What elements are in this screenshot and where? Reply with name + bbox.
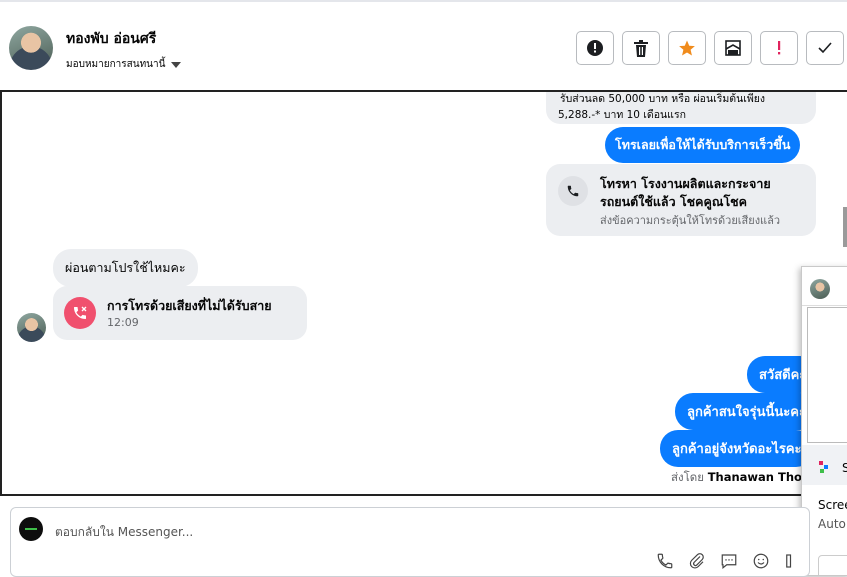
promo-message: รับส่วนลด 50,000 บาท หรือ ผ่อนเริ่มต้นเพ… [546,92,816,124]
missed-call-icon [64,297,96,329]
call-request-card[interactable]: โทรหา โรงงานผลิตและกระจาย รถยนต์ใช้แล้ว … [546,164,816,236]
overlay-button[interactable] [818,555,847,575]
overlay-avatar [810,279,830,299]
saved-reply-icon[interactable] [720,552,738,570]
overlay-text-2: Scree [818,498,847,512]
missed-call-time: 12:09 [107,316,139,329]
mark-follow-up-button[interactable] [760,31,798,65]
contact-avatar[interactable] [9,26,53,70]
emoji-icon[interactable] [752,552,770,570]
caret-down-icon [171,61,182,68]
sent-by-prefix: ส่งโดย [671,470,705,484]
page-logo [19,517,43,541]
phone-icon[interactable] [656,552,674,570]
reply-composer: ตอบกลับใน Messenger... [10,507,810,577]
star-icon [679,40,695,56]
mark-spam-button[interactable] [576,31,614,65]
action-toolbar [576,31,844,65]
overlay-text-1: S [842,461,847,475]
trash-icon [634,39,648,57]
mark-done-button[interactable] [806,31,844,65]
customer-message-text: ผ่อนตามโปรใช้ไหมคะ [65,260,186,275]
app-icon [818,459,830,473]
call-card-subtitle: ส่งข้อความกระตุ้นให้โทรด้วยเสียงแล้ว [600,214,781,227]
archive-button[interactable] [714,31,752,65]
missed-call-message[interactable]: การโทรด้วยเสียงที่ไม่ได้รับสาย 12:09 [53,286,307,340]
delete-button[interactable] [622,31,660,65]
agent-reply-3: ลูกค้าอยู่จังหวัดอะไรคะ [660,430,814,467]
thread-scrollbar[interactable] [843,207,847,247]
reply-input[interactable]: ตอบกลับใน Messenger... [55,523,193,542]
call-card-title-line-2: รถยนต์ใช้แล้ว โชคคูณโชค [600,194,748,209]
customer-avatar [17,313,46,342]
call-card-title-line-1: โทรหา โรงงานผลิตและกระจาย [600,176,771,191]
mail-archive-icon [725,40,741,56]
message-thread: รับส่วนลด 50,000 บาท หรือ ผ่อนเริ่มต้นเพ… [0,90,847,496]
missed-call-title: การโทรด้วยเสียงที่ไม่ได้รับสาย [107,298,272,313]
check-icon [818,42,832,54]
assign-label: มอบหมายการสนทนานี้ [66,59,166,70]
composer-toolbar [656,552,794,570]
alert-circle-icon [587,40,603,56]
customer-message: ผ่อนตามโปรใช้ไหมคะ [53,249,198,287]
exclamation-icon [778,41,781,55]
promo-line-1: รับส่วนลด 50,000 บาท หรือ ผ่อนเริ่มต้นเพ… [560,93,766,105]
more-icon[interactable] [784,552,794,570]
sent-by-name: Thanawan Thon [707,470,811,484]
call-cta-message: โทรเลยเพื่อให้ได้รับบริการเร็วขึ้น [605,127,801,163]
overlay-text-3: Auto [818,517,846,531]
phone-icon [558,176,588,206]
contact-name[interactable]: ทองพับ อ่อนศรี [66,28,156,50]
sent-by-label: ส่งโดย Thanawan Thon [671,469,810,487]
assign-conversation-dropdown[interactable]: มอบหมายการสนทนานี้ [66,57,182,72]
star-button[interactable] [668,31,706,65]
paperclip-icon[interactable] [688,552,706,570]
promo-line-2: 5,288.-* บาท 10 เดือนแรก [558,109,686,121]
agent-reply-2: ลูกค้าสนใจรุ่นนี้นะคะ [675,393,818,430]
overlay-preview [807,307,847,443]
conversation-header: ทองพับ อ่อนศรี มอบหมายการสนทนานี้ [0,0,847,90]
